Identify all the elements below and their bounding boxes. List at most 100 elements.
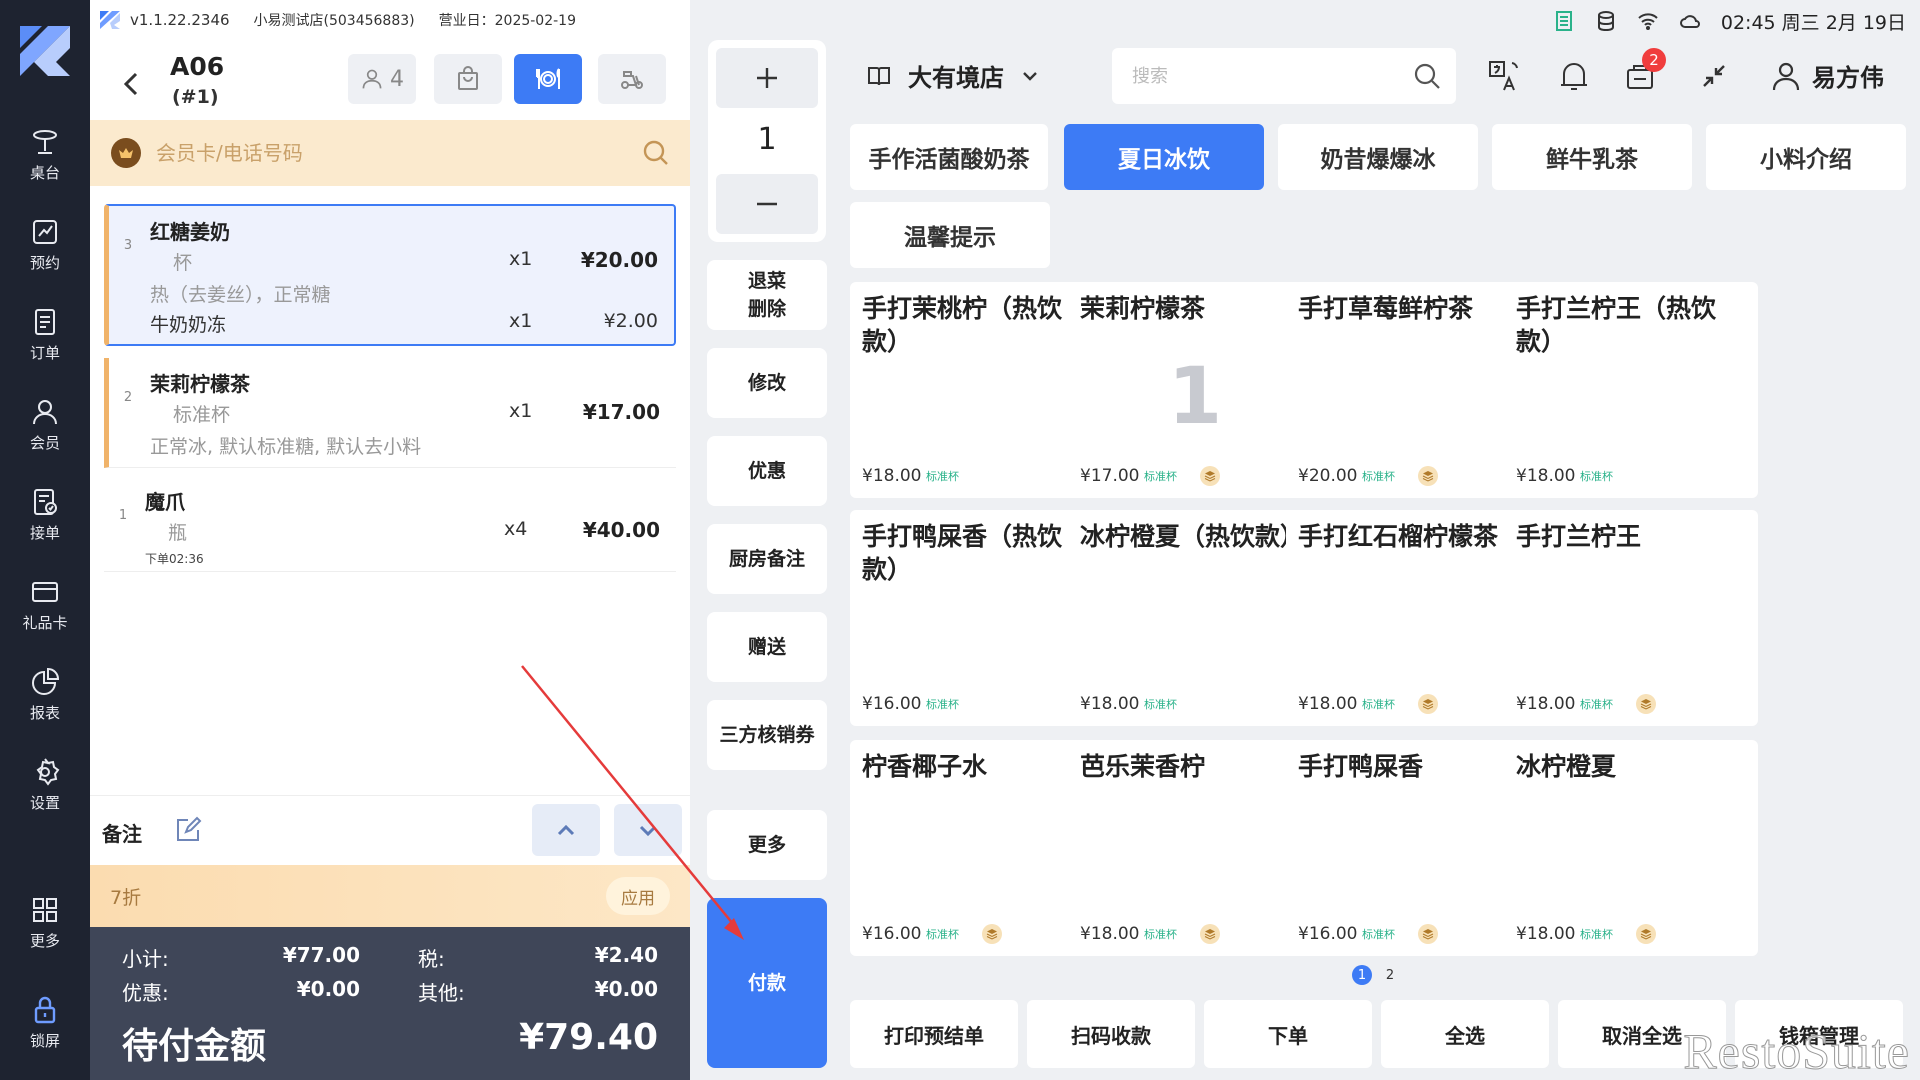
scroll-down-button[interactable] <box>614 804 682 856</box>
member-search-input[interactable] <box>156 141 636 165</box>
item-name: 红糖姜奶 <box>150 220 230 244</box>
edit-icon[interactable] <box>174 816 202 844</box>
takeaway-mode-button[interactable] <box>434 54 502 104</box>
product-card[interactable]: 手打兰柠王（热饮款） ¥18.00 标准杯 <box>1504 282 1758 498</box>
third-party-coupon-button[interactable]: 三方核销券 <box>707 700 827 770</box>
dine-in-mode-button[interactable] <box>514 54 582 104</box>
remark-bar: 备注 <box>90 795 690 865</box>
product-card[interactable]: 手打鸭屎香 ¥16.00 标准杯 <box>1286 740 1540 956</box>
order-item[interactable]: 2 茉莉柠檬茶 标准杯 x1 ¥17.00 正常冰, 默认标准糖, 默认去小料 <box>104 358 676 468</box>
gift-item-button[interactable]: 赠送 <box>707 612 827 682</box>
category-tab[interactable]: 手作活菌酸奶茶 <box>850 124 1048 190</box>
product-name: 芭乐茉香柠 <box>1080 752 1206 781</box>
page-indicator-active[interactable]: 1 <box>1352 965 1372 985</box>
product-name: 冰柠橙夏 <box>1516 752 1617 781</box>
product-search <box>1112 48 1456 104</box>
scan-pay-button[interactable]: 扫码收款 <box>1027 1000 1195 1068</box>
nav-item-label: 礼品卡 <box>22 614 68 632</box>
item-name: 魔爪 <box>145 490 185 514</box>
item-unit: 瓶 <box>168 522 188 544</box>
product-name: 冰柠橙夏（热饮款） <box>1080 522 1306 551</box>
apply-discount-button[interactable]: 应用 <box>606 877 670 915</box>
product-search-input[interactable] <box>1132 62 1392 90</box>
online-orders-button[interactable]: 2 <box>1620 48 1666 98</box>
app-info-bar: v1.1.22.2346 小易测试店(503456883) 营业日：2025-0… <box>100 8 600 32</box>
stack-layers-icon <box>1636 924 1656 944</box>
nav-item-table[interactable]: 桌台 <box>0 126 90 206</box>
nav-item-reservation[interactable]: 预约 <box>0 216 90 296</box>
print-prebill-button[interactable]: 打印预结单 <box>850 1000 1018 1068</box>
category-tab[interactable]: 小料介绍 <box>1706 124 1906 190</box>
increase-qty-button[interactable] <box>716 48 818 108</box>
nav-item-gift-card[interactable]: 礼品卡 <box>0 576 90 656</box>
stack-layers-icon <box>1418 466 1438 486</box>
notification-button[interactable] <box>1552 54 1596 98</box>
category-tab[interactable]: 温馨提示 <box>850 202 1050 268</box>
chevron-down-icon <box>1023 71 1037 81</box>
nav-item-more[interactable]: 更多 <box>0 894 90 974</box>
product-card[interactable]: 芭乐茉香柠 ¥18.00 标准杯 <box>1068 740 1322 956</box>
product-card[interactable]: 手打兰柠王 ¥18.00 标准杯 <box>1504 510 1758 726</box>
product-card[interactable]: 冰柠橙夏 ¥18.00 标准杯 <box>1504 740 1758 956</box>
category-tab[interactable]: 奶昔爆爆冰 <box>1278 124 1478 190</box>
totals-panel: 小计: ¥77.00 税: ¥2.40 优惠: ¥0.00 其他: ¥0.00 … <box>90 927 690 1080</box>
order-item[interactable]: 1 魔爪 瓶 x4 ¥40.00 下单02:36 <box>104 476 676 572</box>
nav-item-label: 桌台 <box>29 164 60 182</box>
product-card[interactable]: 手打红石榴柠檬茶 ¥18.00 标准杯 <box>1286 510 1540 726</box>
discount-button[interactable]: 优惠 <box>707 436 827 506</box>
language-button[interactable] <box>1482 54 1526 98</box>
item-qty: x4 <box>504 518 528 540</box>
kitchen-note-button[interactable]: 厨房备注 <box>707 524 827 594</box>
amount-due-value: ¥79.40 <box>519 1017 658 1058</box>
subtotal-value: ¥77.00 <box>282 943 360 967</box>
nav-item-accept-order[interactable]: 接单 <box>0 486 90 566</box>
item-name: 茉莉柠檬茶 <box>150 372 250 396</box>
tax-label: 税: <box>418 947 445 971</box>
scroll-up-button[interactable] <box>532 804 600 856</box>
product-size-tag: 标准杯 <box>1580 470 1613 483</box>
place-order-button[interactable]: 下单 <box>1204 1000 1372 1068</box>
nav-item-lock[interactable]: 锁屏 <box>0 994 90 1074</box>
nav-item-orders[interactable]: 订单 <box>0 306 90 386</box>
nav-item-settings[interactable]: 设置 <box>0 756 90 836</box>
item-unit: 杯 <box>173 252 193 274</box>
product-card[interactable]: 冰柠橙夏（热饮款） ¥18.00 标准杯 <box>1068 510 1322 726</box>
back-icon[interactable] <box>116 64 146 104</box>
product-card[interactable]: 茉莉柠檬茶 1 ¥17.00 标准杯 <box>1068 282 1322 498</box>
product-card[interactable]: 手打茉桃柠（热饮款） ¥18.00 标准杯 <box>850 282 1104 498</box>
modify-button[interactable]: 修改 <box>707 348 827 418</box>
guest-count-button[interactable]: 4 <box>348 54 416 104</box>
more-actions-button[interactable]: 更多 <box>707 810 827 880</box>
category-tab[interactable]: 鲜牛乳茶 <box>1492 124 1692 190</box>
select-all-button[interactable]: 全选 <box>1381 1000 1549 1068</box>
delivery-mode-button[interactable] <box>598 54 666 104</box>
page-indicator[interactable]: 2 <box>1380 965 1400 985</box>
product-card[interactable]: 手打鸭屎香（热饮款） ¥16.00 标准杯 <box>850 510 1104 726</box>
item-qty: x1 <box>509 248 533 270</box>
pay-button[interactable]: 付款 <box>707 898 827 1068</box>
product-card[interactable]: 柠香椰子水 ¥16.00 标准杯 <box>850 740 1104 956</box>
discount-value: ¥0.00 <box>296 977 360 1001</box>
order-item-selected[interactable]: 3 红糖姜奶 杯 x1 ¥20.00 热（去姜丝），正常糖 牛奶奶冻 x1 ¥2… <box>104 204 676 346</box>
nav-item-member[interactable]: 会员 <box>0 396 90 476</box>
nav-item-label: 会员 <box>29 434 60 452</box>
product-name: 手打兰柠王（热饮款） <box>1516 294 1717 356</box>
stack-layers-icon <box>1200 924 1220 944</box>
void-delete-button[interactable]: 退菜 删除 <box>707 260 827 330</box>
minus-icon <box>757 202 777 206</box>
action-column: 1 退菜 删除 修改 优惠 厨房备注 赠送 三方核销券 更多 付款 <box>690 0 840 1080</box>
nav-item-report[interactable]: 报表 <box>0 666 90 746</box>
table-sub: (#1) <box>172 86 219 108</box>
stack-layers-icon <box>1636 694 1656 714</box>
store-selector[interactable]: 大有境店 <box>866 58 1040 93</box>
nav-item-label: 设置 <box>29 794 60 812</box>
user-menu[interactable]: 易方伟 <box>1770 58 1884 93</box>
product-card[interactable]: 手打草莓鲜柠茶 ¥20.00 标准杯 <box>1286 282 1540 498</box>
person-icon <box>362 69 382 89</box>
search-icon[interactable] <box>642 139 670 167</box>
watermark: RestoSuite <box>1683 1023 1910 1080</box>
collapse-button[interactable] <box>1692 54 1736 98</box>
category-tab-active[interactable]: 夏日冰饮 <box>1064 124 1264 190</box>
search-icon[interactable] <box>1412 61 1442 91</box>
decrease-qty-button[interactable] <box>716 174 818 234</box>
